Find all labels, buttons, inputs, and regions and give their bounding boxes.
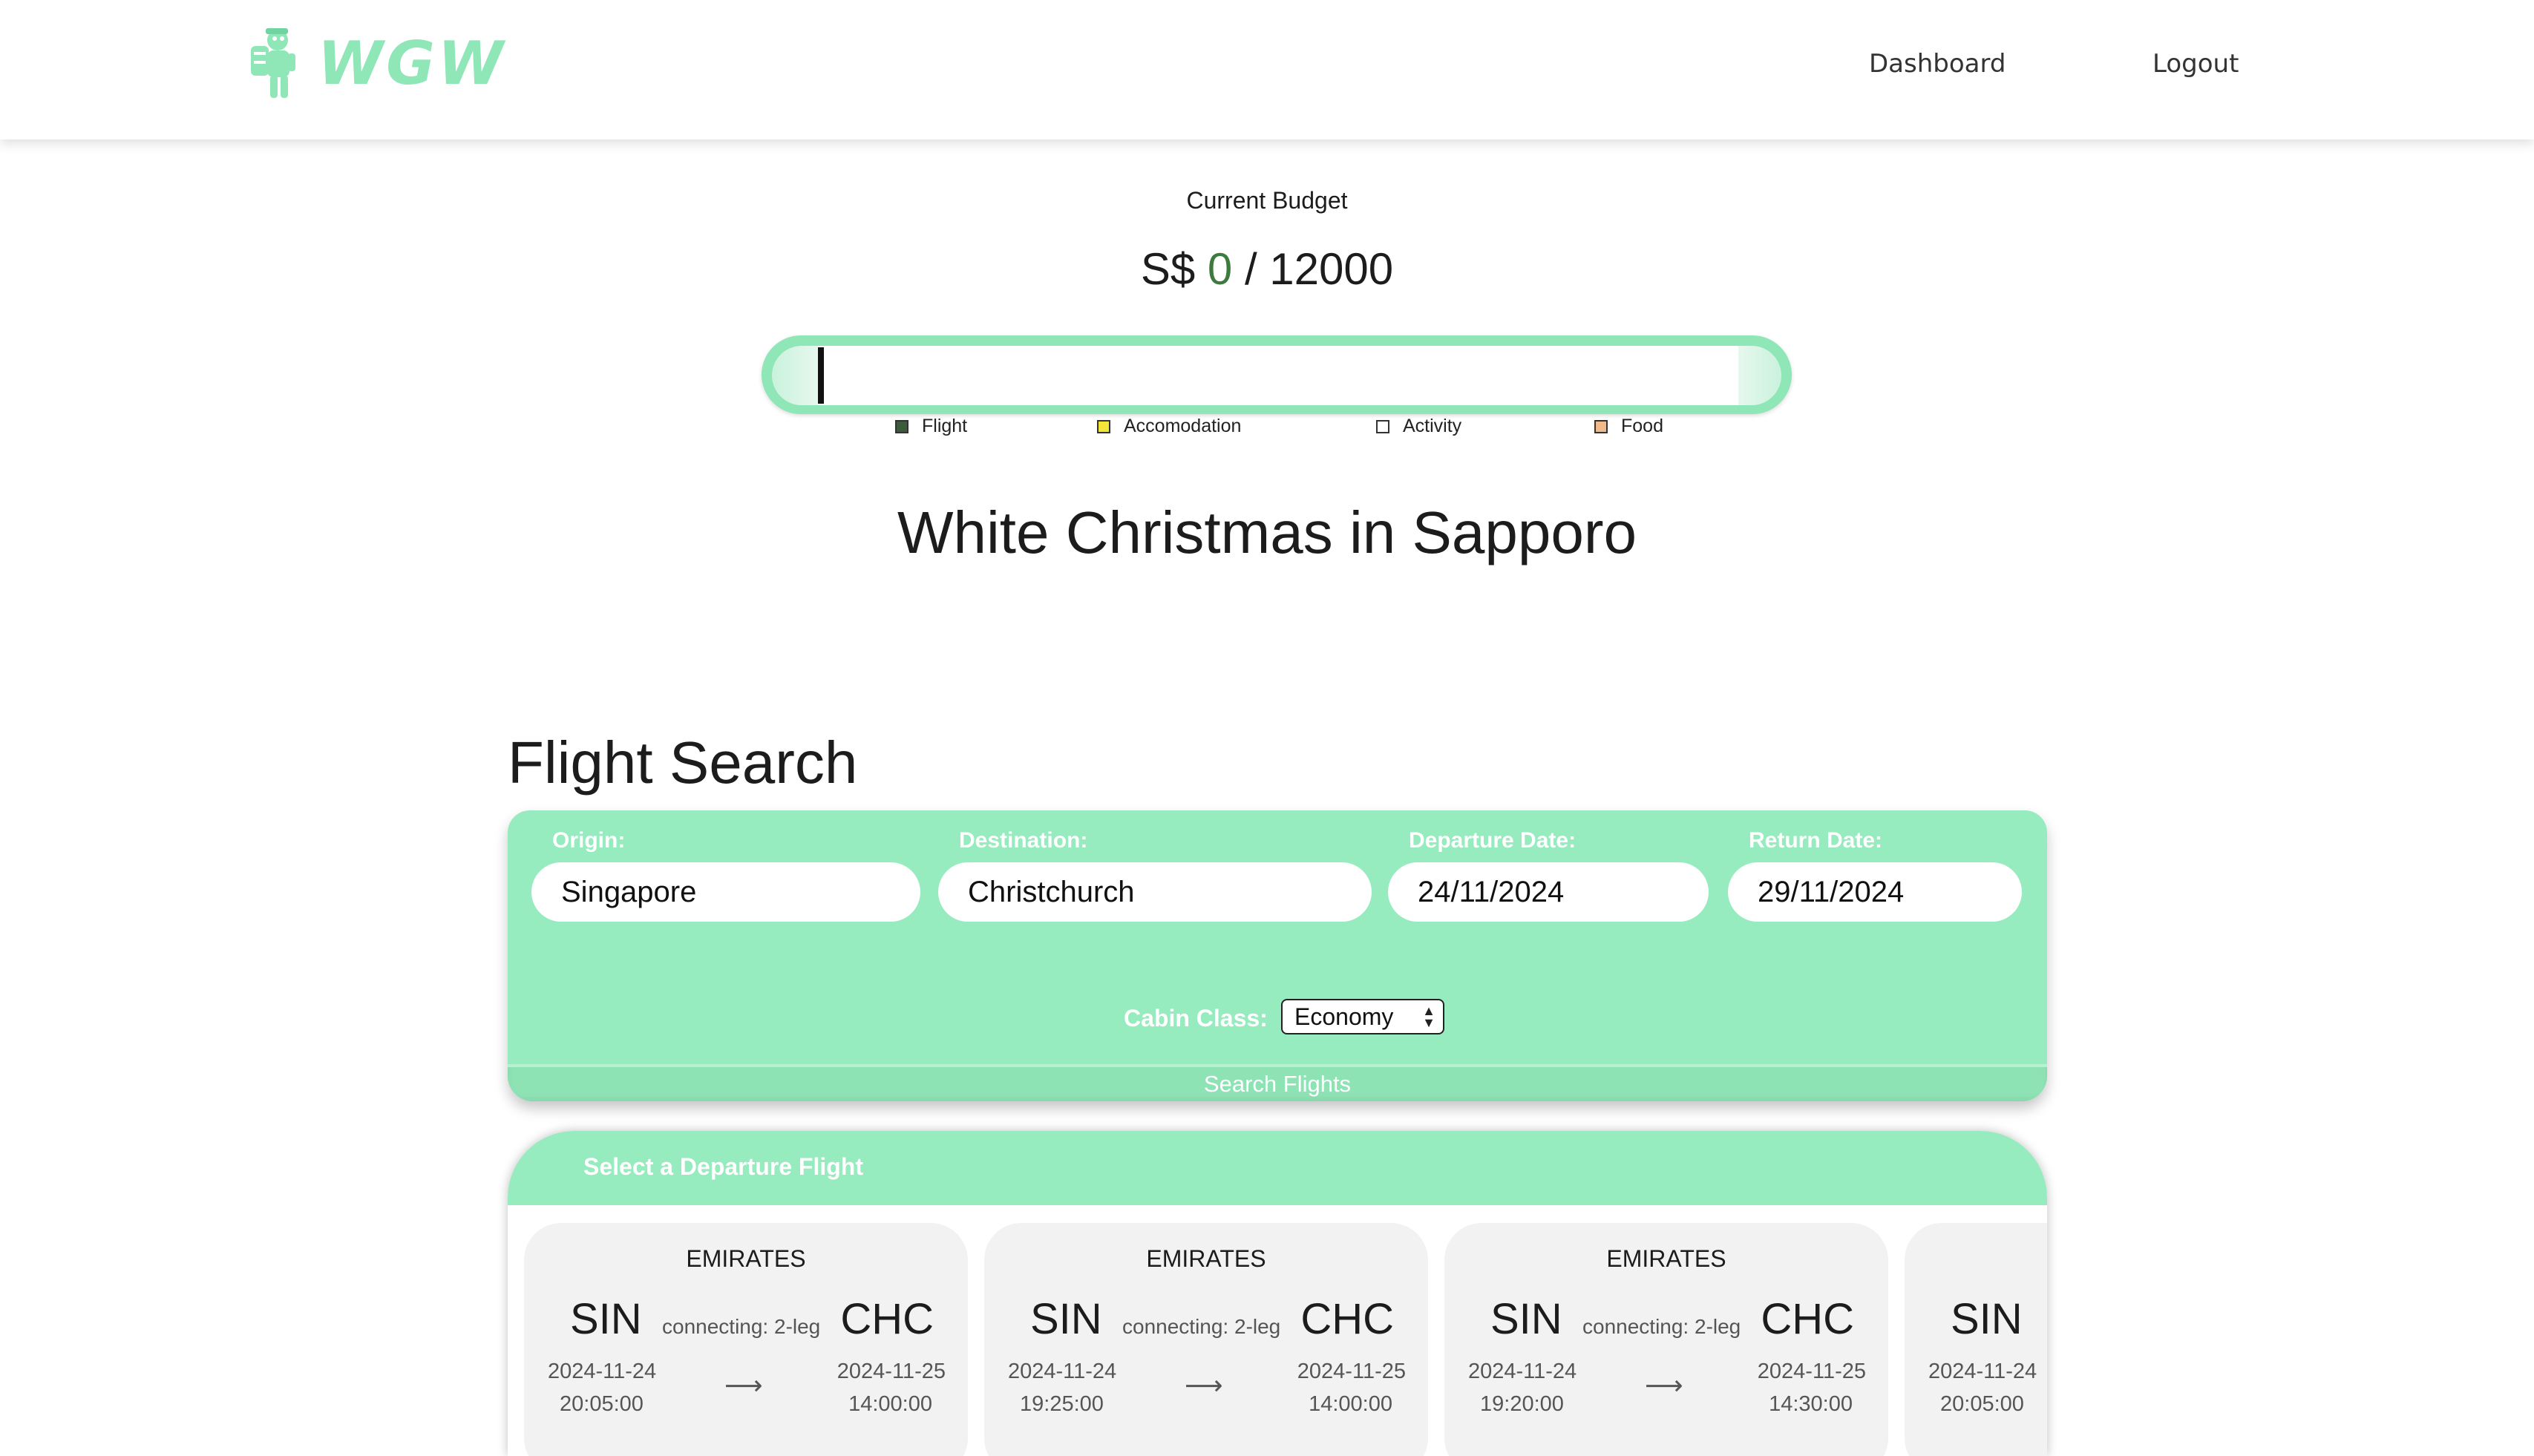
flight-airline: EMIRATES <box>1606 1245 1726 1272</box>
legend-item-flight: Flight <box>895 416 967 437</box>
flight-destination-code: CHC <box>840 1295 934 1343</box>
legend-swatch-food <box>1594 419 1608 433</box>
results-header: Select a Departure Flight <box>508 1131 2047 1205</box>
top-navbar: WGW Dashboard Logout <box>0 0 2534 140</box>
budget-progress-bar <box>762 335 1792 414</box>
return-date-input[interactable]: 29/11/2024 <box>1728 862 2022 922</box>
budget-bar-left-cap <box>772 346 818 405</box>
flight-connecting: connecting: 2-leg <box>1582 1315 1741 1338</box>
flight-arrival-time: 14:30:00 <box>1769 1392 1853 1416</box>
flight-departure-date: 2024-11-24 <box>1008 1360 1117 1383</box>
destination-input[interactable]: Christchurch <box>938 862 1372 922</box>
flight-card[interactable]: Q SIN 2024-11-24 20:05:00 <box>1905 1223 2047 1456</box>
budget-separator: / <box>1244 244 1257 294</box>
flight-destination-code: CHC <box>1761 1295 1854 1343</box>
flight-card[interactable]: EMIRATES SIN connecting: 2-leg CHC 2024-… <box>984 1223 1428 1456</box>
legend-swatch-activity <box>1376 419 1389 433</box>
flight-airline: EMIRATES <box>686 1245 806 1272</box>
return-date-label: Return Date: <box>1749 828 1883 853</box>
budget-amount: S$ 0 / 12000 <box>0 243 2534 295</box>
cabin-class-select[interactable]: Economy ▲ ▼ <box>1281 999 1444 1034</box>
flight-airline: EMIRATES <box>1146 1245 1266 1272</box>
nav-dashboard-link[interactable]: Dashboard <box>1869 49 2006 79</box>
flight-card[interactable]: EMIRATES SIN connecting: 2-leg CHC 2024-… <box>1444 1223 1888 1456</box>
flight-origin-code: SIN <box>1030 1295 1102 1343</box>
budget-legend: Flight Accomodation Activity Food <box>0 416 2534 438</box>
traveler-mascot-icon <box>251 28 295 98</box>
flight-origin-code: SIN <box>570 1295 642 1343</box>
logo-text: WGW <box>318 28 507 98</box>
budget-spent: 0 <box>1207 244 1233 294</box>
legend-label-accomodation: Accomodation <box>1124 416 1242 436</box>
flight-arrival-time: 14:00:00 <box>1309 1392 1392 1416</box>
flight-connecting: connecting: 2-leg <box>1122 1315 1281 1338</box>
budget-currency: S$ <box>1140 244 1196 294</box>
flight-arrival-date: 2024-11-25 <box>1757 1360 1866 1383</box>
legend-swatch-flight <box>895 419 908 433</box>
departure-date-label: Departure Date: <box>1409 828 1577 853</box>
flight-departure-time: 20:05:00 <box>560 1392 644 1416</box>
legend-item-accomodation: Accomodation <box>1097 416 1241 437</box>
legend-label-flight: Flight <box>922 416 968 436</box>
departure-flight-results: Select a Departure Flight EMIRATES SIN c… <box>508 1131 2047 1456</box>
flight-connecting: connecting: 2-leg <box>662 1315 821 1338</box>
cabin-class-value: Economy <box>1294 1003 1394 1030</box>
departure-date-input[interactable]: 24/11/2024 <box>1388 862 1709 922</box>
budget-bar-marker <box>818 347 824 404</box>
flight-card[interactable]: EMIRATES SIN connecting: 2-leg CHC 2024-… <box>524 1223 968 1456</box>
search-flights-button[interactable]: Search Flights <box>508 1064 2047 1101</box>
flight-origin-code: SIN <box>1490 1295 1562 1343</box>
flight-airline: Q <box>1905 1245 2047 1273</box>
budget-bar-track <box>818 346 1738 405</box>
arrow-right-icon: ⟶ <box>1185 1370 1223 1400</box>
legend-item-activity: Activity <box>1376 416 1461 437</box>
flight-arrival-date: 2024-11-25 <box>1297 1360 1406 1383</box>
origin-input[interactable]: Singapore <box>531 862 920 922</box>
arrow-right-icon: ⟶ <box>1645 1370 1683 1400</box>
legend-item-food: Food <box>1594 416 1663 437</box>
flight-departure-date: 2024-11-24 <box>548 1360 657 1383</box>
arrow-right-icon: ⟶ <box>724 1370 763 1400</box>
trip-title: White Christmas in Sapporo <box>897 499 1637 565</box>
flight-departure-time: 19:20:00 <box>1480 1392 1564 1416</box>
flight-search-form: Origin: Singapore Destination: Christchu… <box>508 810 2047 1101</box>
flight-departure-date: 2024-11-24 <box>1928 1360 2037 1383</box>
origin-label: Origin: <box>552 828 626 853</box>
nav-logout-link[interactable]: Logout <box>2152 49 2239 79</box>
budget-total: 12000 <box>1269 244 1394 294</box>
legend-label-food: Food <box>1621 416 1663 436</box>
destination-label: Destination: <box>959 828 1088 853</box>
logo[interactable]: WGW <box>245 22 506 104</box>
legend-swatch-accomodation <box>1097 419 1110 433</box>
flight-arrival-time: 14:00:00 <box>848 1392 932 1416</box>
flight-departure-date: 2024-11-24 <box>1468 1360 1577 1383</box>
budget-label: Current Budget <box>1186 187 1348 214</box>
updown-chevron-icon: ▲ ▼ <box>1422 1003 1435 1030</box>
results-title: Select a Departure Flight <box>583 1153 863 1180</box>
flight-origin-code: SIN <box>1951 1295 2023 1343</box>
flight-departure-time: 20:05:00 <box>1940 1392 2024 1416</box>
flight-departure-time: 19:25:00 <box>1020 1392 1104 1416</box>
legend-label-activity: Activity <box>1403 416 1462 436</box>
flight-destination-code: CHC <box>1300 1295 1394 1343</box>
flight-arrival-date: 2024-11-25 <box>837 1360 946 1383</box>
flight-search-heading: Flight Search <box>508 729 858 796</box>
budget-bar-right-cap <box>1738 346 1781 405</box>
cabin-class-label: Cabin Class: <box>1124 1005 1268 1032</box>
